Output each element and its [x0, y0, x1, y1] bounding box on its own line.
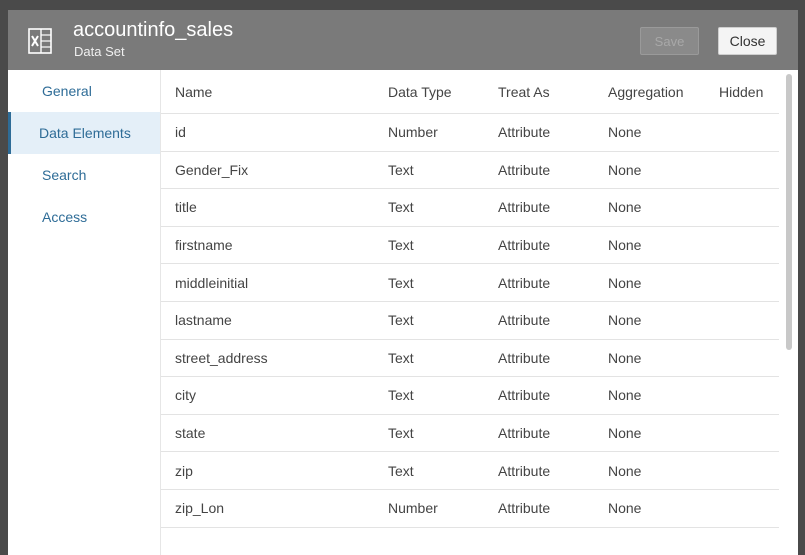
- column-header-treat-as[interactable]: Treat As: [498, 70, 550, 113]
- column-header-data-type[interactable]: Data Type: [388, 70, 452, 113]
- column-header-hidden[interactable]: Hidden: [719, 70, 763, 113]
- dataset-subtitle: Data Set: [74, 44, 125, 59]
- cell-name: Gender_Fix: [175, 161, 249, 178]
- cell-data-type: Text: [388, 199, 414, 216]
- cell-aggregation: None: [608, 462, 642, 479]
- cell-data-type: Text: [388, 349, 414, 366]
- sidebar-item-access[interactable]: Access: [8, 196, 160, 238]
- cell-data-type: Text: [388, 312, 414, 329]
- cell-aggregation: None: [608, 500, 642, 517]
- cell-treat-as: Attribute: [498, 124, 551, 141]
- table-row[interactable]: zip Text Attribute None: [161, 452, 779, 490]
- cell-name: lastname: [175, 312, 232, 329]
- table-row[interactable]: city Text Attribute None: [161, 377, 779, 415]
- close-button[interactable]: Close: [718, 27, 777, 55]
- cell-treat-as: Attribute: [498, 349, 551, 366]
- table-row[interactable]: id Number Attribute None: [161, 114, 779, 152]
- table-row[interactable]: firstname Text Attribute None: [161, 227, 779, 265]
- excel-file-icon: [28, 28, 52, 54]
- cell-aggregation: None: [608, 425, 642, 442]
- table-row[interactable]: middleinitial Text Attribute None: [161, 264, 779, 302]
- table-row[interactable]: state Text Attribute None: [161, 415, 779, 453]
- dialog-header: accountinfo_sales Data Set Save Close: [8, 10, 798, 70]
- save-button[interactable]: Save: [640, 27, 699, 55]
- scrollbar-thumb[interactable]: [786, 74, 792, 350]
- cell-treat-as: Attribute: [498, 161, 551, 178]
- column-header-aggregation[interactable]: Aggregation: [608, 70, 684, 113]
- cell-data-type: Number: [388, 124, 438, 141]
- cell-name: zip: [175, 462, 193, 479]
- cell-name: street_address: [175, 349, 268, 366]
- cell-data-type: Text: [388, 387, 414, 404]
- table-row[interactable]: street_address Text Attribute None: [161, 340, 779, 378]
- cell-aggregation: None: [608, 387, 642, 404]
- cell-data-type: Number: [388, 500, 438, 517]
- cell-data-type: Text: [388, 425, 414, 442]
- cell-name: middleinitial: [175, 274, 249, 291]
- column-header-name[interactable]: Name: [175, 70, 212, 113]
- cell-aggregation: None: [608, 312, 642, 329]
- sidebar-nav: General Data Elements Search Access: [8, 70, 161, 555]
- window-frame-top: [0, 0, 805, 10]
- sidebar-item-data-elements[interactable]: Data Elements: [8, 112, 160, 154]
- cell-data-type: Text: [388, 462, 414, 479]
- cell-aggregation: None: [608, 349, 642, 366]
- window-frame-left: [0, 0, 8, 555]
- cell-treat-as: Attribute: [498, 500, 551, 517]
- cell-data-type: Text: [388, 274, 414, 291]
- cell-aggregation: None: [608, 161, 642, 178]
- table-row[interactable]: Gender_Fix Text Attribute None: [161, 152, 779, 190]
- cell-treat-as: Attribute: [498, 274, 551, 291]
- cell-treat-as: Attribute: [498, 425, 551, 442]
- table-body: id Number Attribute None Gender_Fix Text Attri…: [161, 114, 779, 528]
- sidebar-item-search[interactable]: Search: [8, 154, 160, 196]
- cell-treat-as: Attribute: [498, 199, 551, 216]
- cell-treat-as: Attribute: [498, 237, 551, 254]
- cell-data-type: Text: [388, 161, 414, 178]
- cell-name: zip_Lon: [175, 500, 225, 517]
- window-frame-right: [798, 0, 805, 555]
- cell-aggregation: None: [608, 124, 642, 141]
- cell-name: city: [175, 387, 196, 404]
- cell-aggregation: None: [608, 274, 642, 291]
- cell-name: state: [175, 425, 206, 442]
- table-row[interactable]: lastname Text Attribute None: [161, 302, 779, 340]
- table-header-row: Name Data Type Treat As Aggregation Hidd…: [161, 70, 779, 114]
- cell-treat-as: Attribute: [498, 387, 551, 404]
- data-elements-table: Name Data Type Treat As Aggregation Hidd…: [161, 70, 779, 540]
- table-row[interactable]: zip_Lon Number Attribute None: [161, 490, 779, 528]
- cell-data-type: Text: [388, 237, 414, 254]
- dataset-title: accountinfo_sales: [73, 19, 234, 41]
- cell-treat-as: Attribute: [498, 312, 551, 329]
- cell-name: title: [175, 199, 197, 216]
- table-row[interactable]: title Text Attribute None: [161, 189, 779, 227]
- cell-name: id: [175, 124, 186, 141]
- cell-aggregation: None: [608, 199, 642, 216]
- sidebar-item-general[interactable]: General: [8, 70, 160, 112]
- cell-name: firstname: [175, 237, 233, 254]
- cell-treat-as: Attribute: [498, 462, 551, 479]
- cell-aggregation: None: [608, 237, 642, 254]
